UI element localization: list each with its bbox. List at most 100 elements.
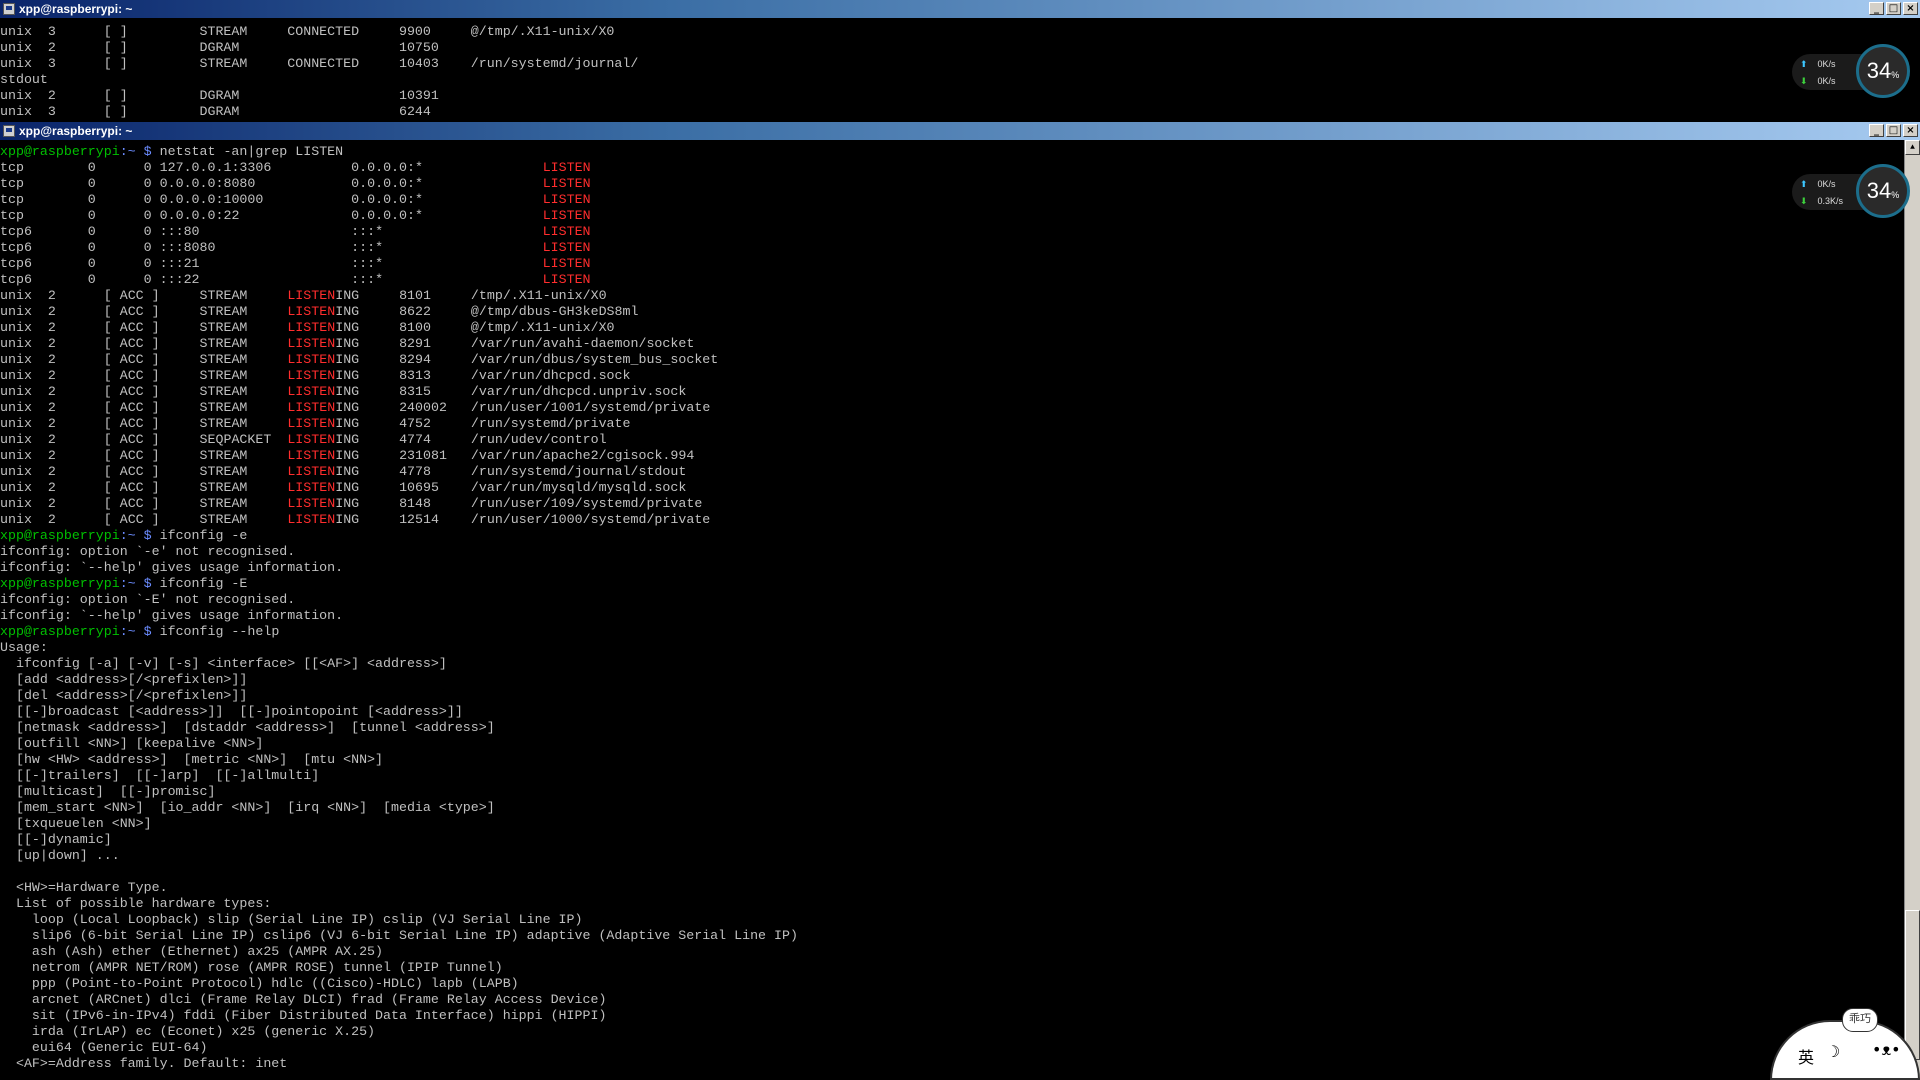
netstat-unix-row: unix 2 [ ACC ] STREAM LISTENING 8291 /va…: [0, 336, 1904, 352]
proto-cell: unix: [0, 400, 32, 415]
close-button[interactable]: ×: [1903, 124, 1918, 137]
netstat-tcp-row: tcp6 0 0 :::80 :::* LISTEN: [0, 224, 1904, 240]
sendq-cell: 0: [143, 208, 152, 223]
terminal-window-top[interactable]: xpp@raspberrypi: ~ _ □ × unix 3 [ ] STRE…: [0, 0, 1920, 122]
type-cell: STREAM: [199, 512, 248, 527]
vertical-scrollbar[interactable]: ▲: [1904, 140, 1920, 1080]
foreign-address-cell: :::*: [351, 272, 384, 287]
error-line: ifconfig: `--help' gives usage informati…: [0, 608, 344, 623]
help-line: irda (IrLAP) ec (Econet) x25 (generic X.…: [0, 1024, 376, 1039]
prompt-line: xpp@raspberrypi:~ $ ifconfig --help: [0, 624, 1904, 640]
recvq-cell: 0: [87, 208, 96, 223]
state-cell: LISTENING: [287, 496, 360, 511]
close-button[interactable]: ×: [1903, 2, 1918, 15]
refcnt-cell: 2: [47, 448, 56, 463]
state-cell: LISTENING: [287, 512, 360, 527]
refcnt-cell: 2: [47, 352, 56, 367]
moon-icon[interactable]: ☽: [1826, 1042, 1840, 1061]
type-cell: STREAM: [199, 304, 248, 319]
scroll-up-arrow-icon[interactable]: ▲: [1905, 140, 1920, 155]
flags-cell: [ ACC ]: [103, 448, 160, 463]
prompt-path: :~ $: [119, 624, 160, 639]
proto-cell: tcp6: [0, 256, 32, 271]
path-cell: /var/run/dbus/system_bus_socket: [470, 352, 719, 367]
maximize-button[interactable]: □: [1886, 2, 1901, 15]
foreign-address-cell: :::*: [351, 224, 384, 239]
type-cell: STREAM: [199, 336, 248, 351]
state-cell: LISTENING: [287, 320, 360, 335]
prompt-path: :~ $: [119, 144, 160, 159]
network-monitor-widget[interactable]: ⬆ 0K/s ⬇ 0K/s 34%: [1792, 40, 1910, 102]
proto-cell: unix: [0, 352, 32, 367]
refcnt-cell: 2: [47, 288, 56, 303]
refcnt-cell: 2: [47, 304, 56, 319]
title-bar-main[interactable]: xpp@raspberrypi: ~ _ □ ×: [0, 122, 1920, 140]
sendq-cell: 0: [143, 192, 152, 207]
download-arrow-icon: ⬇: [1800, 196, 1808, 206]
state-cell: LISTENING: [287, 480, 360, 495]
state-cell: LISTEN: [542, 192, 591, 207]
state-cell: LISTEN: [542, 208, 591, 223]
refcnt-cell: 2: [47, 400, 56, 415]
recvq-cell: 0: [87, 272, 96, 287]
path-cell: /tmp/.X11-unix/X0: [470, 288, 607, 303]
proto-cell: unix: [0, 368, 32, 383]
state-cell: LISTENING: [287, 448, 360, 463]
cpu-gauge: 34%: [1856, 44, 1910, 98]
netstat-unix-row: unix 2 [ ACC ] STREAM LISTENING 8315 /va…: [0, 384, 1904, 400]
terminal-line: unix 3 [ ] STREAM CONNECTED 10403 /run/s…: [0, 56, 639, 71]
ime-language-toggle[interactable]: 英: [1798, 1044, 1814, 1068]
netstat-unix-row: unix 2 [ ACC ] STREAM LISTENING 8294 /va…: [0, 352, 1904, 368]
terminal-window-main[interactable]: xpp@raspberrypi: ~ _ □ × xpp@raspberrypi…: [0, 122, 1920, 1080]
scroll-thumb[interactable]: [1905, 910, 1920, 1060]
sendq-cell: 0: [143, 176, 152, 191]
foreign-address-cell: 0.0.0.0:*: [351, 192, 423, 207]
netstat-unix-row: unix 2 [ ACC ] STREAM LISTENING 8313 /va…: [0, 368, 1904, 384]
network-monitor-widget[interactable]: ⬆ 0K/s ⬇ 0.3K/s 34%: [1792, 160, 1910, 222]
inode-cell: 8313: [399, 368, 431, 383]
netstat-unix-row: unix 2 [ ACC ] STREAM LISTENING 4778 /ru…: [0, 464, 1904, 480]
help-line: loop (Local Loopback) slip (Serial Line …: [0, 912, 583, 927]
putty-icon[interactable]: [3, 125, 15, 137]
maximize-button[interactable]: □: [1886, 124, 1901, 137]
command-text: ifconfig --help: [159, 624, 280, 639]
type-cell: STREAM: [199, 368, 248, 383]
proto-cell: unix: [0, 384, 32, 399]
prompt-user-host: xpp@raspberrypi: [0, 144, 120, 159]
local-address-cell: :::22: [159, 272, 200, 287]
sendq-cell: 0: [143, 272, 152, 287]
state-cell: LISTENING: [287, 336, 360, 351]
proto-cell: unix: [0, 512, 32, 527]
terminal-line: stdout: [0, 72, 48, 87]
state-cell: LISTEN: [542, 160, 591, 175]
putty-icon[interactable]: [3, 3, 15, 15]
foreign-address-cell: :::*: [351, 256, 384, 271]
help-line: arcnet (ARCnet) dlci (Frame Relay DLCI) …: [0, 992, 607, 1007]
path-cell: /var/run/dhcpcd.unpriv.sock: [470, 384, 687, 399]
minimize-button[interactable]: _: [1869, 124, 1884, 137]
state-cell: LISTEN: [542, 256, 591, 271]
title-bar-top[interactable]: xpp@raspberrypi: ~ _ □ ×: [0, 0, 1920, 18]
netstat-unix-row: unix 2 [ ACC ] STREAM LISTENING 10695 /v…: [0, 480, 1904, 496]
inode-cell: 231081: [399, 448, 447, 463]
download-arrow-icon: ⬇: [1800, 76, 1808, 86]
help-line: [outfill <NN>] [keepalive <NN>]: [0, 736, 264, 751]
sendq-cell: 0: [143, 224, 152, 239]
terminal-output-main[interactable]: xpp@raspberrypi:~ $ netstat -an|grep LIS…: [0, 144, 1904, 1080]
error-line: ifconfig: `--help' gives usage informati…: [0, 560, 344, 575]
refcnt-cell: 2: [47, 336, 56, 351]
prompt-path: :~ $: [119, 528, 160, 543]
refcnt-cell: 2: [47, 432, 56, 447]
proto-cell: unix: [0, 432, 32, 447]
download-speed: ⬇ 0.3K/s: [1800, 196, 1844, 206]
minimize-button[interactable]: _: [1869, 2, 1884, 15]
sendq-cell: 0: [143, 160, 152, 175]
terminal-output-top[interactable]: unix 3 [ ] STREAM CONNECTED 9900 @/tmp/.…: [0, 24, 1904, 122]
refcnt-cell: 2: [47, 368, 56, 383]
flags-cell: [ ACC ]: [103, 416, 160, 431]
state-cell: LISTENING: [287, 288, 360, 303]
error-line: ifconfig: option `-e' not recognised.: [0, 544, 296, 559]
proto-cell: tcp: [0, 208, 24, 223]
help-line: [[-]trailers] [[-]arp] [[-]allmulti]: [0, 768, 320, 783]
type-cell: SEQPACKET: [199, 432, 272, 447]
